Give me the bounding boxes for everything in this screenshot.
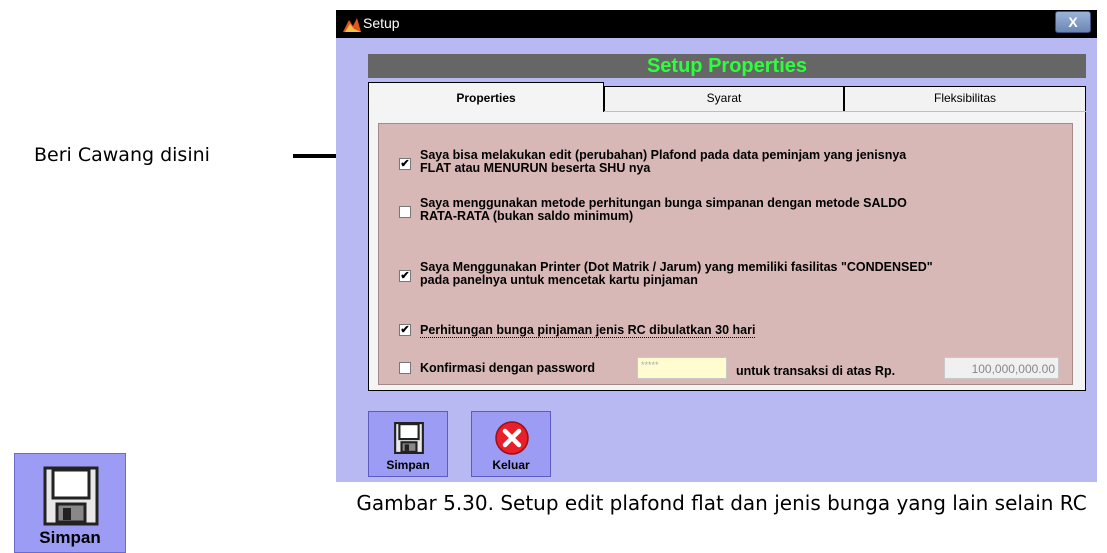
- confirm-label: Konfirmasi dengan password: [420, 361, 596, 375]
- big-simpan-label: Simpan: [39, 528, 101, 547]
- floppy-disk-icon: [394, 422, 424, 454]
- simpan-label: Simpan: [386, 458, 430, 472]
- keluar-label: Keluar: [492, 458, 530, 472]
- checkbox-rc-30-hari[interactable]: ✔: [399, 324, 411, 336]
- option-line: RATA-RATA (bukan saldo minimum): [420, 209, 634, 223]
- password-field[interactable]: *****: [637, 357, 727, 379]
- option-line: FLAT atau MENURUN beserta SHU nya: [420, 161, 651, 175]
- setup-window: Setup X Setup Properties Properties Syar…: [336, 10, 1097, 482]
- keluar-button[interactable]: Keluar: [471, 411, 551, 477]
- header-bar: Setup Properties: [368, 54, 1086, 78]
- title-bar: Setup X: [336, 10, 1097, 38]
- checkbox-edit-plafond[interactable]: ✔: [399, 158, 411, 170]
- close-circle-icon: [495, 421, 529, 455]
- floppy-disk-icon: [43, 466, 99, 526]
- app-icon: [343, 18, 361, 32]
- tab-fleksibilitas[interactable]: Fleksibilitas: [844, 86, 1086, 111]
- tab-properties[interactable]: Properties: [368, 82, 604, 112]
- option-line: Perhitungan bunga pinjaman jenis RC dibu…: [420, 323, 756, 338]
- amount-field[interactable]: 100,000,000.00: [944, 357, 1059, 379]
- checkbox-saldo-rata[interactable]: [399, 206, 411, 218]
- checkbox-printer-condensed[interactable]: ✔: [399, 270, 411, 282]
- tab-syarat[interactable]: Syarat: [604, 86, 844, 111]
- window-title: Setup: [363, 15, 400, 31]
- big-simpan-button[interactable]: Simpan: [14, 453, 126, 553]
- checkbox-confirm-password[interactable]: [399, 362, 411, 374]
- tab-strip: Properties Syarat Fleksibilitas: [368, 80, 1086, 112]
- confirm-mid-text: untuk transaksi di atas Rp.: [736, 364, 896, 378]
- options-group: ✔ Saya bisa melakukan edit (perubahan) P…: [378, 123, 1073, 385]
- figure-caption: Gambar 5.30. Setup edit plafond flat dan…: [356, 491, 1087, 515]
- annotation-label: Beri Cawang disini: [34, 144, 210, 166]
- close-button[interactable]: X: [1055, 11, 1091, 33]
- simpan-button[interactable]: Simpan: [368, 411, 448, 477]
- header-title: Setup Properties: [646, 55, 808, 77]
- option-line: pada panelnya untuk mencetak kartu pinja…: [420, 273, 698, 287]
